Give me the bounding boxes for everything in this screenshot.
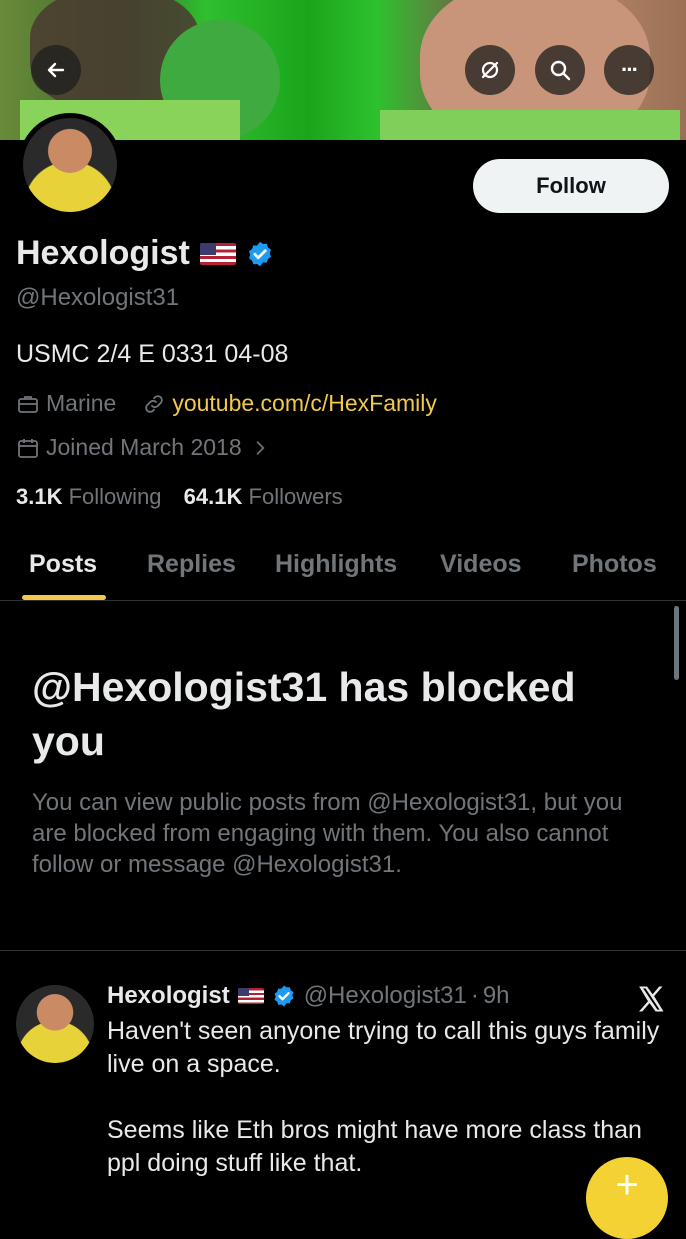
tab-replies[interactable]: Replies [147, 550, 236, 579]
profile-profession: Marine [46, 390, 117, 416]
tab-videos[interactable]: Videos [440, 550, 522, 579]
back-arrow-icon [47, 62, 65, 78]
briefcase-icon [18, 395, 38, 413]
tweet-separator: · [470, 982, 479, 1009]
chevron-right-icon [256, 440, 265, 455]
active-tab-indicator [22, 595, 106, 600]
profile-link[interactable]: youtube.com/c/HexFamily [172, 390, 437, 417]
more-button[interactable]: ··· [604, 45, 654, 95]
following-link[interactable]: 3.1K Following [16, 484, 162, 509]
following-count: 3.1K [16, 484, 63, 509]
profile-handle: @Hexologist31 [16, 284, 180, 311]
blocked-message: You can view public posts from @Hexologi… [32, 789, 623, 878]
tab-photos[interactable]: Photos [572, 550, 657, 579]
no-notifications-icon [481, 61, 499, 79]
tweet-author-handle[interactable]: @Hexologist31 [304, 982, 467, 1010]
profile-joined: Joined March 2018 [46, 434, 242, 460]
x-logo-icon[interactable] [636, 984, 666, 1014]
plus-icon: + [615, 1163, 639, 1207]
profile-avatar[interactable] [18, 113, 122, 217]
tweet-author-name[interactable]: Hexologist [107, 982, 230, 1010]
more-icon: ··· [621, 57, 639, 82]
following-label: Following [68, 484, 162, 509]
search-icon [550, 60, 571, 81]
tweet-time[interactable]: 9h [483, 982, 510, 1010]
followers-label: Followers [248, 484, 343, 509]
follow-button[interactable]: Follow [473, 159, 669, 213]
profile-name: Hexologist [16, 234, 190, 272]
banner-shape [380, 110, 680, 140]
profile-name-row: Hexologist [16, 234, 274, 273]
scrollbar[interactable] [674, 606, 679, 680]
avatar-image [23, 118, 117, 212]
notifications-button[interactable] [465, 45, 515, 95]
us-flag-icon [199, 242, 236, 265]
divider [0, 950, 686, 951]
verified-badge-icon[interactable] [246, 240, 274, 268]
blocked-title: @Hexologist31 has blocked you [32, 664, 576, 764]
followers-link[interactable]: 64.1K Followers [184, 484, 343, 509]
followers-count: 64.1K [183, 484, 243, 509]
tweet-header: Hexologist @Hexologist31 · 9h [107, 982, 510, 1010]
profile-stats: 3.1K Following 64.1K Followers [16, 484, 343, 510]
tab-highlights[interactable]: Highlights [275, 550, 397, 579]
tweet-text: Haven't seen anyone trying to call this … [107, 1017, 660, 1177]
profile-bio: USMC 2/4 E 0331 04-08 [16, 340, 289, 368]
compose-button[interactable]: + [586, 1157, 668, 1239]
link-icon [145, 394, 164, 413]
profile-meta-row: Marine youtube.com/c/HexFamily [16, 390, 437, 417]
tab-posts[interactable]: Posts [29, 550, 97, 579]
profile-joined-row[interactable]: Joined March 2018 [16, 434, 276, 461]
us-flag-icon [237, 988, 264, 1004]
search-button[interactable] [535, 45, 585, 95]
back-button[interactable] [31, 45, 81, 95]
tweet-avatar[interactable] [16, 985, 94, 1063]
profile-tabs: Posts Replies Highlights Videos Photos [0, 540, 686, 601]
calendar-icon [18, 438, 38, 458]
verified-badge-icon[interactable] [272, 984, 296, 1008]
